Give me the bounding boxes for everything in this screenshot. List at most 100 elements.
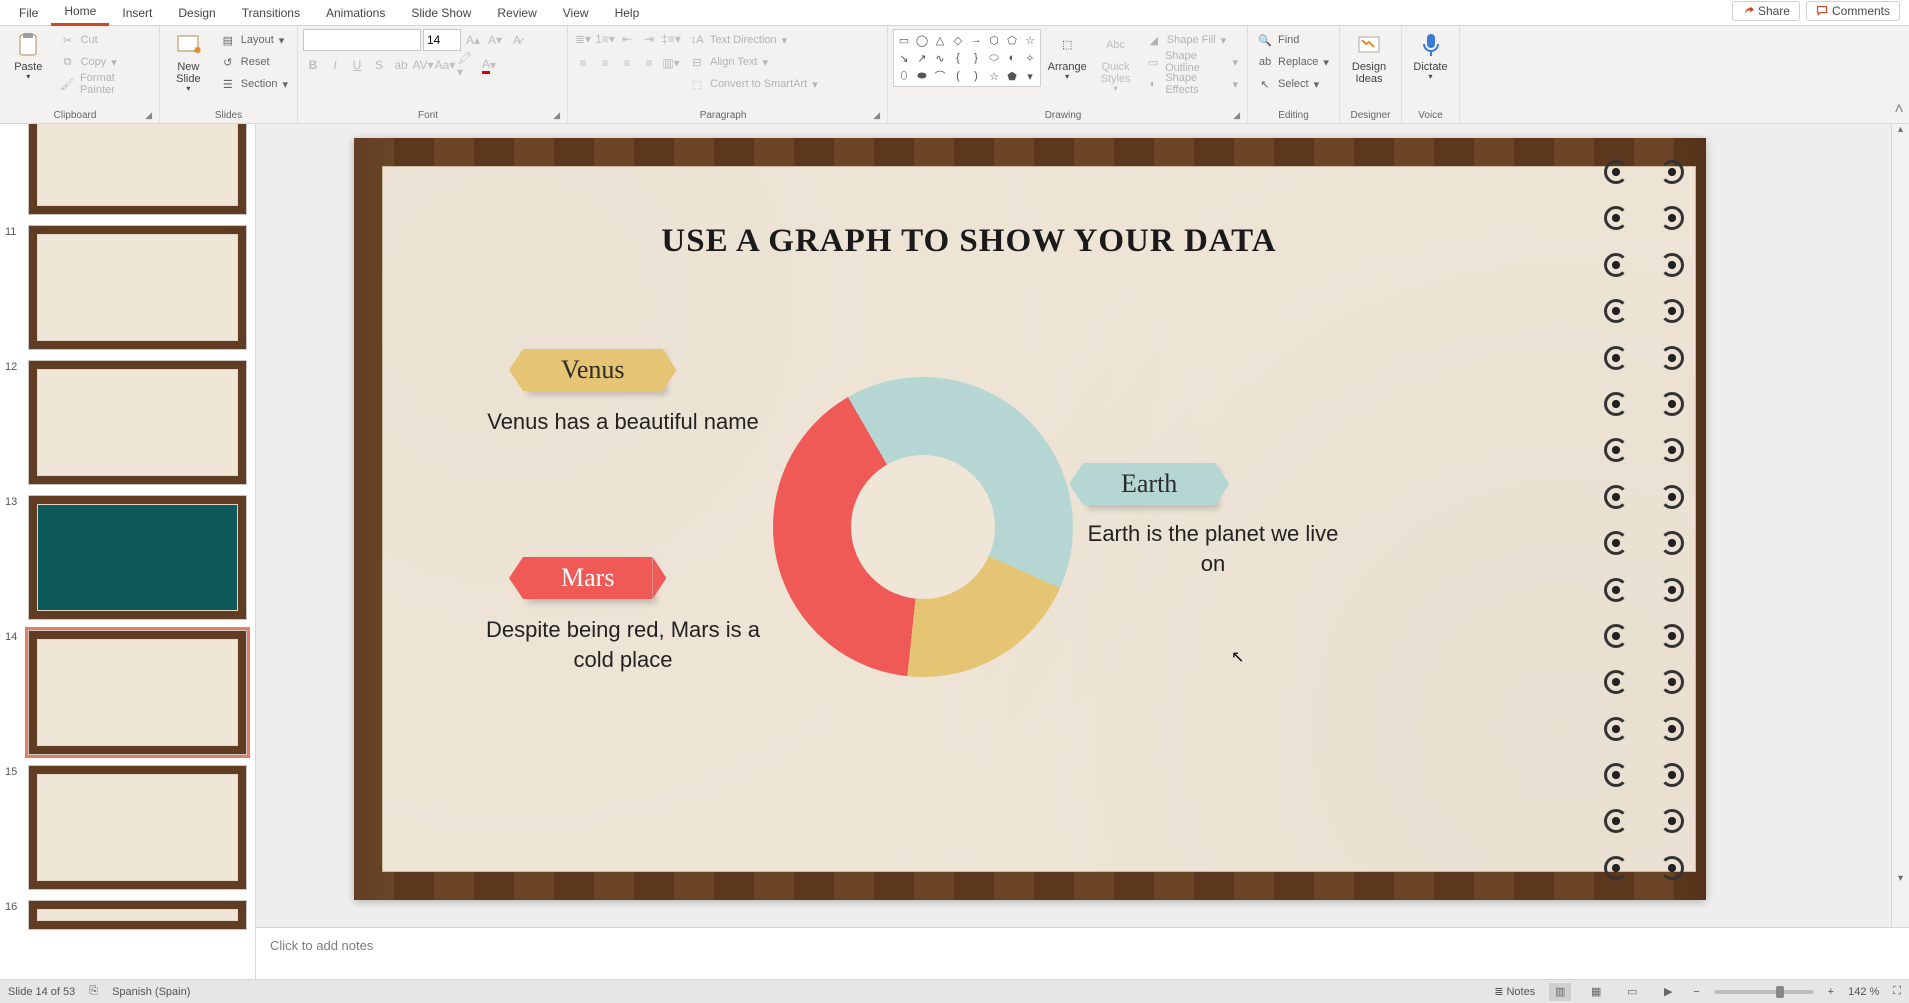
desc-earth[interactable]: Earth is the planet we live on (1073, 519, 1353, 578)
label-earth[interactable]: Earth (1083, 463, 1215, 505)
svg-text:✸: ✸ (193, 45, 201, 57)
align-center-button[interactable]: ≡ (595, 53, 615, 73)
tab-home[interactable]: Home (51, 0, 109, 26)
slideshow-view-button[interactable]: ▶ (1657, 983, 1679, 1001)
sorter-view-button[interactable]: ▦ (1585, 983, 1607, 1001)
language-status[interactable]: Spanish (Spain) (112, 986, 190, 998)
align-right-button[interactable]: ≡ (617, 53, 637, 73)
shadow-button[interactable]: ab (391, 55, 411, 75)
grow-font-button[interactable]: A▴ (463, 30, 483, 50)
align-left-button[interactable]: ≡ (573, 53, 593, 73)
label-mars[interactable]: Mars (523, 557, 652, 599)
new-slide-button[interactable]: ✸ New Slide▾ (165, 29, 212, 101)
numbering-button[interactable]: 1≡▾ (595, 29, 615, 49)
slide-title[interactable]: USE A GRAPH TO SHOW YOUR DATA (383, 223, 1555, 260)
italic-button[interactable]: I (325, 55, 345, 75)
notes-pane[interactable]: Click to add notes (256, 927, 1909, 979)
dictate-button[interactable]: Dictate▾ (1407, 29, 1454, 101)
donut-chart[interactable] (773, 377, 1073, 677)
slide-thumb-16[interactable]: 16 (28, 900, 247, 930)
tab-help[interactable]: Help (602, 2, 653, 25)
mic-icon (1417, 31, 1445, 59)
tab-review[interactable]: Review (484, 2, 549, 25)
slide-thumb-12[interactable]: 12 (28, 360, 247, 485)
comments-button[interactable]: Comments (1806, 1, 1900, 21)
arrange-button[interactable]: ⬚Arrange▾ (1045, 29, 1089, 101)
scroll-down-button[interactable]: ▾ (1892, 873, 1909, 891)
desc-mars[interactable]: Despite being red, Mars is a cold place (483, 615, 763, 674)
design-ideas-button[interactable]: Design Ideas (1345, 29, 1393, 101)
line-spacing-button[interactable]: ‡≡▾ (661, 29, 681, 49)
section-button[interactable]: ☰Section ▾ (216, 73, 292, 95)
text-direction-button[interactable]: ↕AText Direction ▾ (685, 29, 822, 51)
replace-button[interactable]: abReplace ▾ (1253, 51, 1333, 73)
shape-gallery[interactable]: ▭◯△◇→⬡⬠☆ ↘↗∿{}⬭◐✧ ⬯⬬⌒()☆⬟▾ (893, 29, 1041, 87)
shape-outline-button[interactable]: ▭Shape Outline ▾ (1142, 51, 1242, 73)
font-color-button[interactable]: A▾ (479, 55, 499, 75)
reading-view-button[interactable]: ▭ (1621, 983, 1643, 1001)
clipboard-dialog-launcher[interactable]: ◢ (145, 110, 152, 121)
cut-button[interactable]: ✂Cut (56, 29, 154, 51)
change-case-button[interactable]: Aa▾ (435, 55, 455, 75)
tab-transitions[interactable]: Transitions (229, 2, 313, 25)
char-spacing-button[interactable]: AV▾ (413, 55, 433, 75)
indent-increase-button[interactable]: ⇥ (639, 29, 659, 49)
tab-design[interactable]: Design (165, 2, 228, 25)
collapse-ribbon-button[interactable]: ˄ (1889, 26, 1909, 123)
highlight-button[interactable]: 🖍▾ (457, 55, 477, 75)
share-button[interactable]: Share (1732, 1, 1800, 21)
thumbnail-pane[interactable]: 10 11 12 13 14 15 16 (0, 124, 256, 979)
bold-button[interactable]: B (303, 55, 323, 75)
fit-window-button[interactable]: ⛶ (1893, 985, 1901, 998)
underline-button[interactable]: U (347, 55, 367, 75)
notes-toggle[interactable]: ≣ Notes (1494, 985, 1535, 998)
paste-button[interactable]: Paste▾ (5, 29, 52, 101)
vertical-scrollbar[interactable]: ▴ ▾ (1891, 124, 1909, 927)
layout-button[interactable]: ▤Layout ▾ (216, 29, 292, 51)
slide-thumb-10[interactable]: 10 (28, 124, 247, 215)
drawing-dialog-launcher[interactable]: ◢ (1233, 110, 1240, 121)
normal-view-button[interactable]: ▥ (1549, 983, 1571, 1001)
paragraph-dialog-launcher[interactable]: ◢ (873, 110, 880, 121)
justify-button[interactable]: ≡ (639, 53, 659, 73)
format-painter-button[interactable]: 🖌Format Painter (56, 73, 154, 95)
font-size-combo[interactable] (423, 29, 461, 51)
bullets-button[interactable]: ≣▾ (573, 29, 593, 49)
group-designer: Design Ideas Designer (1340, 26, 1402, 123)
font-dialog-launcher[interactable]: ◢ (553, 110, 560, 121)
font-name-combo[interactable] (303, 29, 421, 51)
tab-animations[interactable]: Animations (313, 2, 398, 25)
zoom-in-button[interactable]: + (1828, 986, 1834, 998)
slide-editor[interactable]: USE A GRAPH TO SHOW YOUR DATA Venus Venu… (256, 124, 1909, 979)
strike-button[interactable]: S (369, 55, 389, 75)
slide-thumb-11[interactable]: 11 (28, 225, 247, 350)
shape-fill-button[interactable]: ◢Shape Fill ▾ (1142, 29, 1242, 51)
shrink-font-button[interactable]: A▾ (485, 30, 505, 50)
columns-button[interactable]: ▥▾ (661, 53, 681, 73)
tab-view[interactable]: View (550, 2, 602, 25)
indent-decrease-button[interactable]: ⇤ (617, 29, 637, 49)
slide-thumb-14[interactable]: 14 (28, 630, 247, 755)
align-text-button[interactable]: ⊟Align Text ▾ (685, 51, 822, 73)
select-button[interactable]: ↖Select ▾ (1253, 73, 1333, 95)
clear-format-button[interactable]: A̷ (507, 30, 527, 50)
copy-button[interactable]: ⧉Copy ▾ (56, 51, 154, 73)
quick-styles-button[interactable]: AbcQuick Styles▾ (1093, 29, 1137, 101)
tab-file[interactable]: File (6, 2, 51, 25)
slide-thumb-15[interactable]: 15 (28, 765, 247, 890)
label-venus[interactable]: Venus (523, 349, 663, 391)
find-button[interactable]: 🔍Find (1253, 29, 1333, 51)
smartart-button[interactable]: ⬚Convert to SmartArt ▾ (685, 73, 822, 95)
zoom-out-button[interactable]: − (1693, 986, 1699, 998)
reset-button[interactable]: ↺Reset (216, 51, 292, 73)
tab-slideshow[interactable]: Slide Show (398, 2, 484, 25)
slide-canvas[interactable]: USE A GRAPH TO SHOW YOUR DATA Venus Venu… (354, 138, 1706, 900)
scroll-up-button[interactable]: ▴ (1892, 124, 1909, 142)
spell-check-icon[interactable]: ⎘ (89, 985, 98, 998)
desc-venus[interactable]: Venus has a beautiful name (483, 407, 763, 437)
slide-thumb-13[interactable]: 13 (28, 495, 247, 620)
shape-effects-button[interactable]: ◐Shape Effects ▾ (1142, 73, 1242, 95)
zoom-value[interactable]: 142 % (1848, 986, 1879, 998)
zoom-slider[interactable] (1714, 990, 1814, 994)
tab-insert[interactable]: Insert (109, 2, 165, 25)
